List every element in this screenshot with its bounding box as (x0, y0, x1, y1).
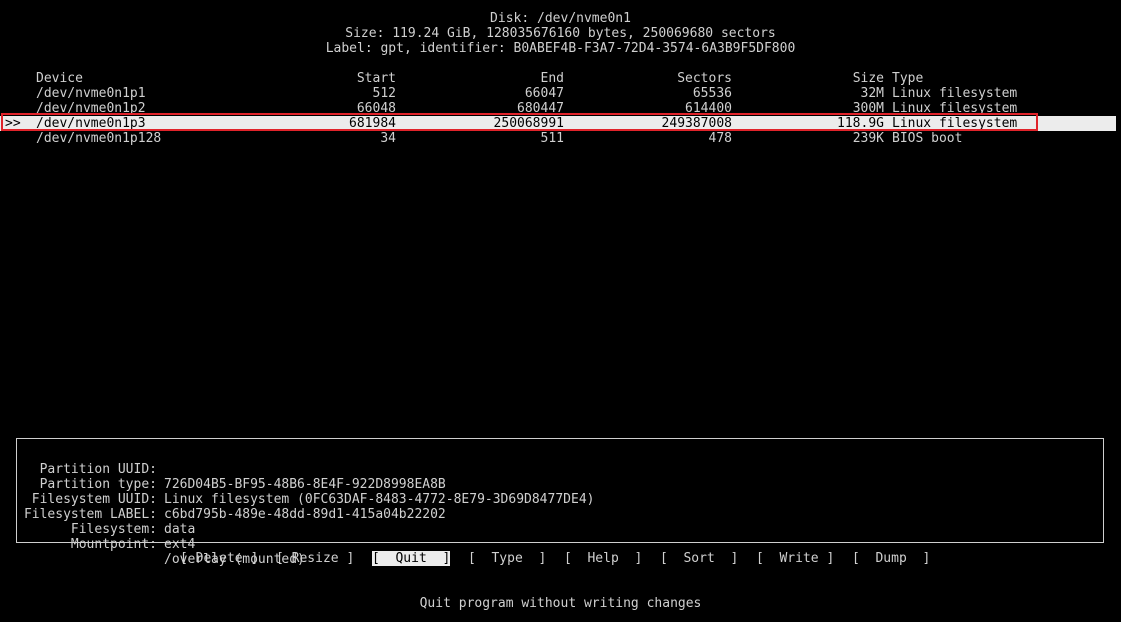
partition-type: Linux filesystem (892, 86, 1018, 101)
partition-device: /dev/nvme0n1p3 (36, 116, 146, 131)
dump-button[interactable]: [ Dump ] (852, 551, 930, 566)
partition-start: 34 (380, 131, 396, 146)
sort-button[interactable]: [ Sort ] (660, 551, 738, 566)
info-key: Mountpoint: (70, 537, 157, 552)
partition-row[interactable]: /dev/nvme0n1p128 34 511 478 239K BIOS bo… (0, 131, 1116, 146)
column-size: Size (852, 71, 884, 86)
partition-type: BIOS boot (892, 131, 963, 146)
partition-end: 511 (540, 131, 564, 146)
sort-button-label: [ Sort ] (660, 551, 739, 566)
column-type: Type (892, 71, 924, 86)
write-button[interactable]: [ Write ] (756, 551, 834, 566)
partition-sectors: 249387008 (661, 116, 732, 131)
info-row: Filesystem UUID: c6bd795b-489e-48dd-89d1… (17, 477, 446, 522)
delete-button[interactable]: [ Delete ] (180, 551, 258, 566)
info-row: Mountpoint: /overlay (mounted) (17, 522, 305, 567)
disk-label: Label: gpt, identifier: B0ABEF4B-F3A7-72… (325, 41, 796, 56)
quit-button[interactable]: [ Quit ] (372, 551, 451, 566)
info-row: Partition type: Linux filesystem (0FC63D… (17, 462, 595, 507)
partition-type: Linux filesystem (892, 116, 1018, 131)
delete-button-label: [ Delete ] (180, 551, 259, 566)
partition-size: 300M (852, 101, 884, 116)
partition-sectors: 478 (708, 131, 732, 146)
info-value: Linux filesystem (0FC63DAF-8483-4772-8E7… (164, 492, 595, 507)
partition-row[interactable]: /dev/nvme0n1p1 512 66047 65536 32M Linux… (0, 86, 1116, 101)
column-end: End (540, 71, 564, 86)
info-value: ext4 (164, 537, 196, 552)
info-row: Partition UUID: 726D04B5-BF95-48B6-8E4F-… (17, 447, 446, 492)
partition-end: 680447 (517, 101, 564, 116)
resize-button-label: [ Resize ] (276, 551, 355, 566)
partition-start: 66048 (356, 101, 396, 116)
type-button[interactable]: [ Type ] (468, 551, 546, 566)
help-button-label: [ Help ] (564, 551, 643, 566)
disk-size: Size: 119.24 GiB, 128035676160 bytes, 25… (345, 26, 776, 41)
disk-title: Disk: /dev/nvme0n1 (490, 11, 631, 26)
partition-sectors: 614400 (685, 101, 732, 116)
partition-sectors: 65536 (692, 86, 732, 101)
partition-size: 118.9G (837, 116, 884, 131)
info-row: Filesystem: ext4 (17, 507, 195, 552)
info-value: data (164, 522, 196, 537)
partition-end: 250068991 (493, 116, 564, 131)
type-button-label: [ Type ] (468, 551, 547, 566)
partition-device: /dev/nvme0n1p1 (36, 86, 146, 101)
partition-size: 32M (860, 86, 884, 101)
write-button-label: [ Write ] (756, 551, 835, 566)
partition-info-panel: Partition UUID: 726D04B5-BF95-48B6-8E4F-… (16, 438, 1104, 567)
info-value: 726D04B5-BF95-48B6-8E4F-922D8998EA8B (164, 477, 446, 492)
column-sectors: Sectors (677, 71, 732, 86)
partition-start: 512 (372, 86, 396, 101)
resize-button[interactable]: [ Resize ] (276, 551, 354, 566)
column-device: Device (36, 71, 83, 86)
help-button[interactable]: [ Help ] (564, 551, 642, 566)
partition-end: 66047 (524, 86, 564, 101)
partition-device: /dev/nvme0n1p128 (36, 131, 162, 146)
column-start: Start (356, 71, 396, 86)
info-row: Filesystem LABEL: data (17, 492, 195, 537)
partition-row[interactable]: /dev/nvme0n1p2 66048 680447 614400 300M … (0, 101, 1116, 116)
status-hint: Quit program without writing changes (419, 596, 702, 611)
partition-type: Linux filesystem (892, 101, 1018, 116)
partition-size: 239K (852, 131, 884, 146)
info-value: c6bd795b-489e-48dd-89d1-415a04b22202 (164, 507, 446, 522)
selection-marker: >> (5, 116, 21, 131)
partition-start: 681984 (349, 116, 396, 131)
quit-button-label: [ Quit ] (372, 551, 451, 566)
partition-device: /dev/nvme0n1p2 (36, 101, 146, 116)
table-header: Device Start End Sectors Size Type (0, 71, 1116, 86)
dump-button-label: [ Dump ] (852, 551, 931, 566)
partition-row-selected[interactable]: >> /dev/nvme0n1p3 681984 250068991 24938… (0, 116, 1116, 131)
